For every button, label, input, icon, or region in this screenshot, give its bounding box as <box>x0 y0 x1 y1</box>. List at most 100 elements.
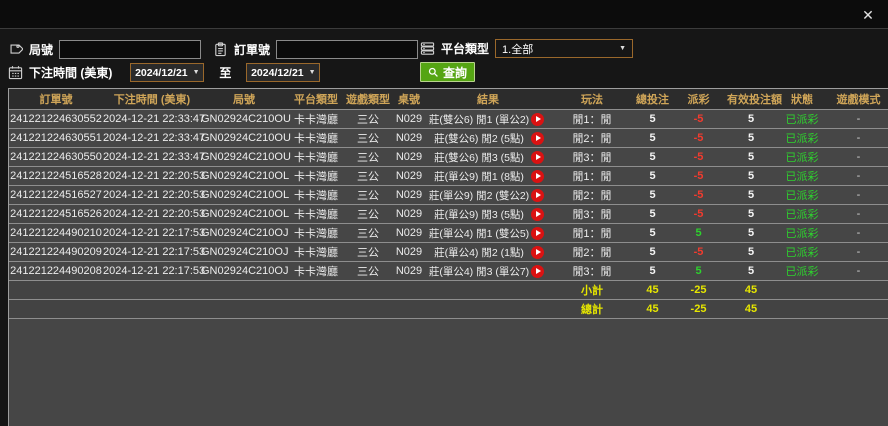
bet-records-dialog: ✕ 局號 訂單號 平台類型 1.全部 ▼ 下注時間 (美東) 2024/12/2… <box>0 0 888 426</box>
round-number-label: 局號 <box>29 43 54 57</box>
table-row[interactable]: 241221224516526 2024-12-21 22:20:53 GN02… <box>9 205 888 224</box>
platform-type-select[interactable]: 1.全部 ▼ <box>495 39 634 58</box>
chevron-down-icon: ▼ <box>192 69 200 76</box>
result-text: 莊(單公9) 閒2 (雙公2) <box>428 189 530 202</box>
cell-payout: -5 <box>693 151 704 163</box>
table-row[interactable]: 241221224516528 2024-12-21 22:20:53 GN02… <box>9 167 888 186</box>
cell-platform: 卡卡灣廳 <box>294 247 338 259</box>
query-group: 查詢 <box>420 62 476 82</box>
replay-button[interactable] <box>531 188 544 202</box>
cell-bet-time: 2024-12-21 22:17:53 <box>103 265 206 277</box>
cell-status: 已派彩 <box>785 190 819 202</box>
platform-filter-group: 平台類型 1.全部 ▼ <box>420 39 634 58</box>
play-icon <box>535 154 541 160</box>
table-header-row: 訂單號 下注時間 (美東) 局號 平台類型 遊戲類型 桌號 結果 玩法 總投注 … <box>9 89 888 110</box>
cell-status: 已派彩 <box>785 152 819 164</box>
cell-valid-bet: 5 <box>747 227 755 239</box>
cell-game-type: 三公 <box>357 152 379 164</box>
cell-order-id: 241221224630551 <box>10 132 102 144</box>
cell-round-id: GN02924C210OU <box>201 132 291 144</box>
cell-play-type: 閒3：閒 <box>572 152 612 164</box>
replay-button[interactable] <box>531 207 544 221</box>
date-from-select[interactable]: 2024/12/21 ▼ <box>130 63 205 82</box>
title-bar: ✕ <box>0 0 888 28</box>
col-table-no: 桌號 <box>398 94 420 106</box>
cell-game-mode: - <box>856 208 861 220</box>
order-number-input[interactable] <box>276 40 419 59</box>
date-to-select[interactable]: 2024/12/21 ▼ <box>246 63 321 82</box>
cell-game-mode: - <box>856 132 861 144</box>
total-total-bet: 45 <box>646 303 659 315</box>
table-row[interactable]: 241221224630550 2024-12-21 22:33:47 GN02… <box>9 148 888 167</box>
cell-result: 莊(單公4) 閒1 (雙公5) <box>427 224 549 242</box>
replay-button[interactable] <box>531 150 544 164</box>
cell-bet-time: 2024-12-21 22:17:53 <box>103 246 206 258</box>
cell-valid-bet: 5 <box>747 246 755 258</box>
replay-button[interactable] <box>531 264 544 278</box>
result-text: 莊(雙公6) 閒1 (單公2) <box>428 113 530 126</box>
table-row[interactable]: 241221224490208 2024-12-21 22:17:53 GN02… <box>9 262 888 281</box>
cell-play-type: 閒1：閒 <box>572 114 612 126</box>
cell-game-type: 三公 <box>357 209 379 221</box>
cell-valid-bet: 5 <box>747 208 755 220</box>
subtotal-label: 小計 <box>581 285 603 297</box>
cell-bet-time: 2024-12-21 22:33:47 <box>103 113 206 125</box>
play-icon <box>535 135 541 141</box>
table-row[interactable]: 241221224630551 2024-12-21 22:33:47 GN02… <box>9 129 888 148</box>
cell-play-type: 閒2：閒 <box>572 133 612 145</box>
play-icon <box>535 116 541 122</box>
play-icon <box>535 173 541 179</box>
cell-payout: -5 <box>693 246 704 258</box>
filter-bar: 局號 訂單號 平台類型 1.全部 ▼ 下注時間 (美東) 2024/12/21 … <box>0 28 888 88</box>
table-row[interactable]: 241221224516527 2024-12-21 22:20:53 GN02… <box>9 186 888 205</box>
cell-order-id: 241221224630550 <box>10 151 102 163</box>
cell-payout: -5 <box>693 113 704 125</box>
date-range-to-label: 至 <box>219 66 232 80</box>
col-bet-time: 下注時間 (美東) <box>113 94 191 106</box>
replay-button[interactable] <box>531 226 544 240</box>
cell-table-no: N029 <box>395 170 423 182</box>
cell-total-bet: 5 <box>649 151 656 163</box>
bet-time-filter-group: 下注時間 (美東) 2024/12/21 ▼ 至 2024/12/21 ▼ <box>8 63 321 82</box>
replay-button[interactable] <box>531 131 544 145</box>
query-button[interactable]: 查詢 <box>420 62 476 82</box>
cell-round-id: GN02924C210OU <box>201 113 291 125</box>
total-payout: -25 <box>690 303 707 315</box>
chevron-down-icon: ▼ <box>308 69 316 76</box>
bet-records-table: 訂單號 下注時間 (美東) 局號 平台類型 遊戲類型 桌號 結果 玩法 總投注 … <box>8 88 888 426</box>
table-row[interactable]: 241221224490210 2024-12-21 22:17:53 GN02… <box>9 224 888 243</box>
replay-button[interactable] <box>531 112 544 126</box>
cell-bet-time: 2024-12-21 22:20:53 <box>103 189 206 201</box>
calendar-icon <box>8 65 23 80</box>
table-row[interactable]: 241221224490209 2024-12-21 22:17:53 GN02… <box>9 243 888 262</box>
cell-order-id: 241221224490209 <box>10 246 102 258</box>
cell-game-type: 三公 <box>357 114 379 126</box>
cell-payout: -5 <box>693 170 704 182</box>
cell-order-id: 241221224516526 <box>10 208 102 220</box>
cell-result: 莊(單公9) 閒3 (5點) <box>427 205 549 223</box>
col-game-type: 遊戲類型 <box>346 94 390 106</box>
round-number-input[interactable] <box>59 40 202 59</box>
result-text: 莊(雙公6) 閒3 (5點) <box>434 151 524 164</box>
replay-button[interactable] <box>531 245 544 259</box>
col-platform: 平台類型 <box>294 94 338 106</box>
cell-play-type: 閒2：閒 <box>572 190 612 202</box>
cell-result: 莊(單公4) 閒2 (1點) <box>427 243 549 261</box>
col-round-id: 局號 <box>233 94 255 106</box>
cell-platform: 卡卡灣廳 <box>294 228 338 240</box>
cell-order-id: 241221224516527 <box>10 189 102 201</box>
close-icon[interactable]: ✕ <box>858 5 878 25</box>
result-text: 莊(雙公6) 閒2 (5點) <box>434 132 524 145</box>
table-body: 241221224630552 2024-12-21 22:33:47 GN02… <box>9 110 888 281</box>
cell-total-bet: 5 <box>649 246 656 258</box>
cell-round-id: GN02924C210OJ <box>201 227 289 239</box>
cell-status: 已派彩 <box>785 266 819 278</box>
play-icon <box>535 211 541 217</box>
cell-platform: 卡卡灣廳 <box>294 171 338 183</box>
cell-round-id: GN02924C210OL <box>201 189 290 201</box>
cell-game-mode: - <box>856 113 861 125</box>
cell-bet-time: 2024-12-21 22:20:53 <box>103 208 206 220</box>
table-row[interactable]: 241221224630552 2024-12-21 22:33:47 GN02… <box>9 110 888 129</box>
round-filter-group: 局號 <box>8 40 202 59</box>
replay-button[interactable] <box>531 169 544 183</box>
